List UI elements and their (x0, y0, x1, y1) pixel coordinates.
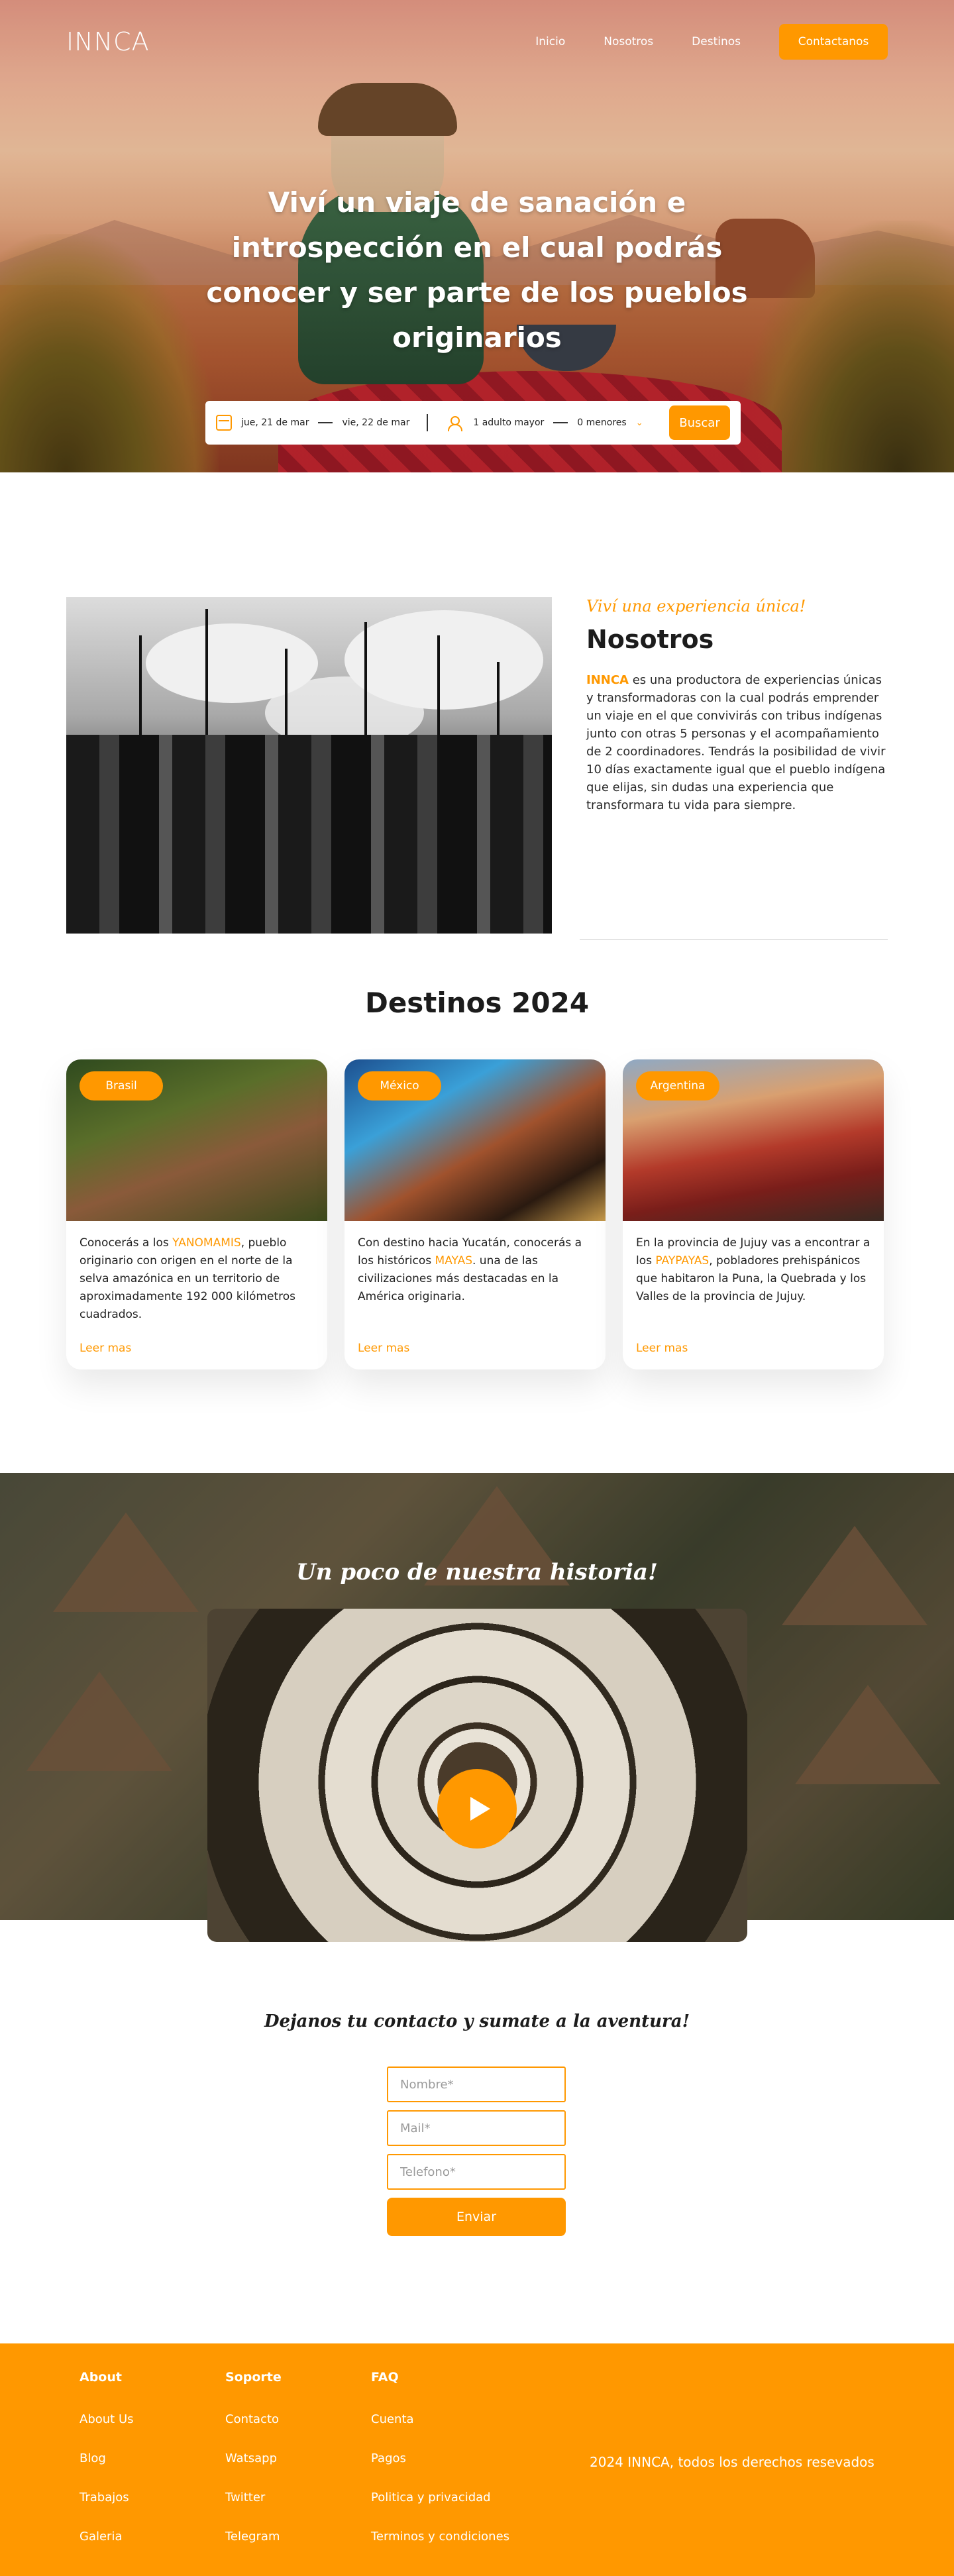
footer-heading: Soporte (225, 2370, 282, 2385)
history-section: Un poco de nuestra historia! (0, 1473, 954, 1957)
destination-card-mexico[interactable]: México Con destino hacia Yucatán, conoce… (344, 1059, 606, 1369)
footer-link[interactable]: Blog (80, 2451, 134, 2465)
destinations-title: Destinos 2024 (364, 987, 590, 1019)
history-title: Un poco de nuestra historia! (296, 1559, 658, 1585)
destination-image: Brasil (66, 1059, 327, 1221)
footer-column-about: About About Us Blog Trabajos Galeria (80, 2370, 134, 2569)
destination-image: México (344, 1059, 606, 1221)
footer: About About Us Blog Trabajos Galeria Sop… (0, 2343, 954, 2576)
footer-link[interactable]: Politica y privacidad (371, 2491, 509, 2504)
read-more-link[interactable]: Leer mas (636, 1342, 688, 1355)
calendar-icon[interactable] (216, 415, 232, 431)
footer-link[interactable]: Pagos (371, 2451, 509, 2465)
logo[interactable]: INNCA (66, 27, 150, 56)
contact-button[interactable]: Contactanos (779, 24, 888, 60)
search-divider (427, 414, 429, 431)
nav-link-inicio[interactable]: Inicio (535, 35, 565, 48)
destination-badge: Argentina (636, 1071, 719, 1100)
about-tagline: Viví una experiencia única! (586, 597, 806, 616)
footer-link[interactable]: Trabajos (80, 2491, 134, 2504)
guests-separator (553, 422, 568, 423)
adults-count[interactable]: 1 adulto mayor (473, 417, 544, 428)
nav-link-nosotros[interactable]: Nosotros (604, 35, 653, 48)
footer-link[interactable]: Contacto (225, 2412, 282, 2426)
date-separator (318, 422, 333, 423)
about-title: Nosotros (586, 625, 714, 654)
destination-description: Conocerás a los YANOMAMIS, pueblo origin… (66, 1221, 327, 1324)
nav-link-destinos[interactable]: Destinos (692, 35, 741, 48)
footer-heading: About (80, 2370, 122, 2385)
about-image (66, 597, 552, 934)
contact-section: Dejanos tu contacto y sumate a la aventu… (0, 1957, 954, 2318)
minors-count[interactable]: 0 menores (577, 417, 626, 428)
description-highlight: PAYPAYAS (655, 1254, 710, 1267)
footer-column-support: Soporte Contacto Watsapp Twitter Telegra… (225, 2370, 282, 2569)
chevron-down-icon[interactable]: ⌄ (636, 418, 643, 428)
image-people (66, 735, 552, 934)
about-body-text: es una productora de experiencias únicas… (586, 673, 886, 812)
play-icon[interactable] (437, 1769, 517, 1849)
description-highlight: MAYAS (435, 1254, 472, 1267)
footer-link[interactable]: Telegram (225, 2530, 282, 2544)
destinations-section: Destinos 2024 Brasil Conocerás a los YAN… (0, 987, 954, 1466)
contact-title: Dejanos tu contacto y sumate a la aventu… (264, 2012, 690, 2031)
about-text: Viví una experiencia única! Nosotros INN… (586, 597, 888, 814)
read-more-link[interactable]: Leer mas (358, 1342, 409, 1355)
top-nav: INNCA Inicio Nosotros Destinos Contactan… (66, 24, 888, 60)
phone-field[interactable] (387, 2154, 566, 2190)
footer-link[interactable]: Terminos y condiciones (371, 2530, 509, 2544)
footer-link[interactable]: Cuenta (371, 2412, 509, 2426)
hero: INNCA Inicio Nosotros Destinos Contactan… (0, 0, 954, 472)
footer-heading: FAQ (371, 2370, 399, 2385)
description-text: Conocerás a los (80, 1236, 173, 1250)
copyright: 2024 INNCA, todos los derechos resevados (590, 2454, 874, 2470)
about-body: INNCA es una productora de experiencias … (586, 671, 888, 814)
contact-form: Enviar (387, 2066, 566, 2236)
footer-link[interactable]: Twitter (225, 2491, 282, 2504)
hero-title: Viví un viaje de sanación e introspecció… (206, 186, 748, 354)
destination-cards: Brasil Conocerás a los YANOMAMIS, pueblo… (66, 1059, 884, 1369)
destination-badge: México (358, 1071, 441, 1100)
footer-column-faq: FAQ Cuenta Pagos Politica y privacidad T… (371, 2370, 509, 2569)
destination-card-brasil[interactable]: Brasil Conocerás a los YANOMAMIS, pueblo… (66, 1059, 327, 1369)
checkout-date[interactable]: vie, 22 de mar (342, 417, 409, 428)
description-highlight: YANOMAMIS (172, 1236, 241, 1250)
destination-image: Argentina (623, 1059, 884, 1221)
about-section: Viví una experiencia única! Nosotros INN… (0, 472, 954, 989)
footer-link[interactable]: Galeria (80, 2530, 134, 2544)
nav-links: Inicio Nosotros Destinos (535, 35, 741, 48)
search-button[interactable]: Buscar (669, 405, 730, 440)
destination-badge: Brasil (80, 1071, 163, 1100)
destination-description: En la provincia de Jujuy vas a encontrar… (623, 1221, 884, 1306)
read-more-link[interactable]: Leer mas (80, 1342, 131, 1355)
destination-card-argentina[interactable]: Argentina En la provincia de Jujuy vas a… (623, 1059, 884, 1369)
footer-link[interactable]: Watsapp (225, 2451, 282, 2465)
email-field[interactable] (387, 2110, 566, 2146)
footer-link[interactable]: About Us (80, 2412, 134, 2426)
submit-button[interactable]: Enviar (387, 2198, 566, 2236)
user-icon[interactable] (447, 415, 463, 431)
checkin-date[interactable]: jue, 21 de mar (241, 417, 309, 428)
destination-description: Con destino hacia Yucatán, conocerás a l… (344, 1221, 606, 1306)
about-brand: INNCA (586, 673, 629, 687)
name-field[interactable] (387, 2066, 566, 2102)
search-bar: jue, 21 de mar vie, 22 de mar 1 adulto m… (205, 401, 741, 445)
